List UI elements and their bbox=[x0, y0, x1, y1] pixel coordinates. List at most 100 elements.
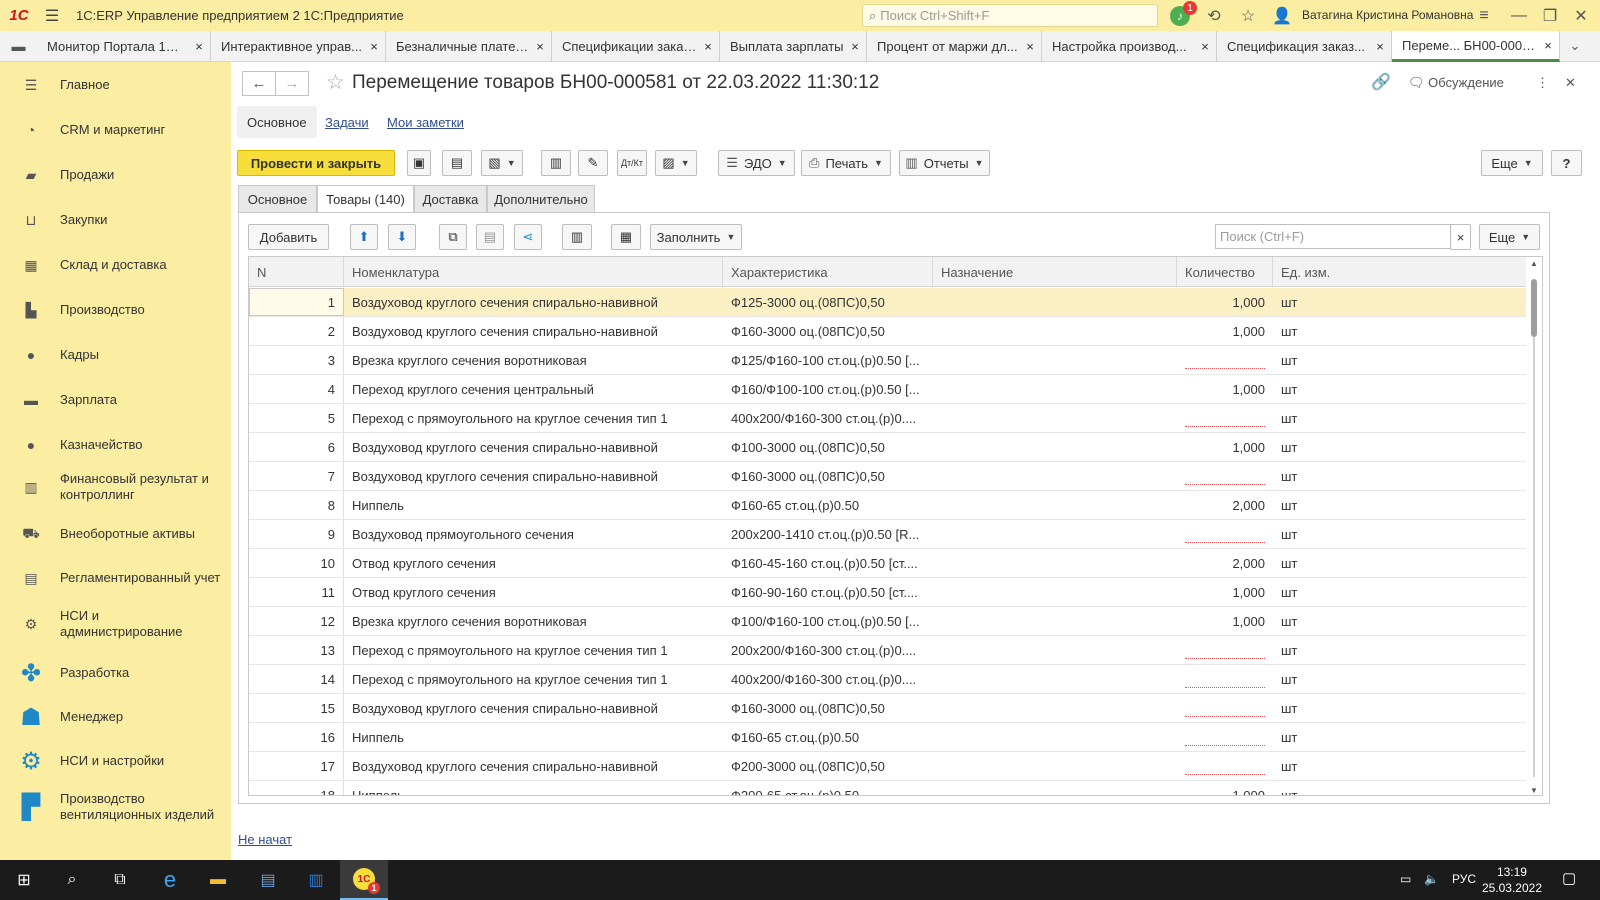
notifications-icon[interactable]: ▢ bbox=[1562, 869, 1576, 887]
table-row[interactable]: 5 Переход с прямоугольного на круглое сеч… bbox=[249, 404, 1527, 433]
sidebar-item-development[interactable]: ✤ Разработка bbox=[0, 658, 231, 688]
cell-quantity[interactable]: 1,000 bbox=[1177, 288, 1273, 316]
cell-purpose[interactable] bbox=[933, 462, 1177, 490]
tab-main[interactable]: Основное bbox=[237, 106, 317, 138]
cell-unit[interactable]: шт bbox=[1273, 288, 1527, 316]
cell-quantity[interactable]: 2,000 bbox=[1177, 491, 1273, 519]
open-tab[interactable]: Монитор Портала 1С:... × bbox=[37, 31, 211, 62]
sidebar-item-regulated[interactable]: ▤ Регламентированный учет bbox=[0, 565, 231, 591]
tab-my-notes[interactable]: Мои заметки bbox=[377, 106, 474, 138]
cell-unit[interactable]: шт bbox=[1273, 433, 1527, 461]
close-tab-icon[interactable]: × bbox=[697, 39, 719, 54]
scrollbar-thumb[interactable] bbox=[1531, 279, 1537, 337]
cell-purpose[interactable] bbox=[933, 723, 1177, 751]
minimize-icon[interactable]: — bbox=[1507, 4, 1531, 27]
cell-n[interactable]: 15 bbox=[249, 694, 344, 722]
internet-explorer-icon[interactable]: e bbox=[146, 860, 194, 900]
vertical-scrollbar[interactable]: ▲ ▼ bbox=[1526, 257, 1542, 795]
close-tab-icon[interactable]: × bbox=[1194, 39, 1216, 54]
cell-characteristic[interactable]: 200х200/Ф160-300 ст.оц.(р)0.... bbox=[723, 636, 933, 664]
cell-characteristic[interactable]: Ф125-3000 оц.(08ПС)0,50 bbox=[723, 288, 933, 316]
sidebar-item-production[interactable]: ▙ Производство bbox=[0, 297, 231, 323]
table-row[interactable]: 14 Переход с прямоугольного на круглое се… bbox=[249, 665, 1527, 694]
cell-quantity[interactable]: 1,000 bbox=[1177, 578, 1273, 606]
sidebar-item-warehouse[interactable]: ▦ Склад и доставка bbox=[0, 252, 231, 278]
table-row[interactable]: 7 Воздуховод круглого сечения спирально-н… bbox=[249, 462, 1527, 491]
clear-search-icon[interactable]: × bbox=[1450, 224, 1471, 250]
table-row[interactable]: 3 Врезка круглого сечения воротниковая Ф12… bbox=[249, 346, 1527, 375]
cell-unit[interactable]: шт bbox=[1273, 317, 1527, 345]
cell-n[interactable]: 17 bbox=[249, 752, 344, 780]
cell-purpose[interactable] bbox=[933, 665, 1177, 693]
open-tab[interactable]: Спецификации заказов × bbox=[552, 31, 720, 62]
cell-quantity[interactable] bbox=[1177, 404, 1273, 432]
save-icon[interactable]: ▣ bbox=[407, 150, 431, 176]
close-tab-icon[interactable]: × bbox=[844, 39, 866, 54]
open-tab[interactable]: Выплата зарплаты × bbox=[720, 31, 867, 62]
scrollbar-track[interactable] bbox=[1533, 337, 1535, 777]
cell-n[interactable]: 5 bbox=[249, 404, 344, 432]
table-row[interactable]: 4 Переход круглого сечения центральный Ф16… bbox=[249, 375, 1527, 404]
form-tab-delivery[interactable]: Доставка bbox=[414, 185, 487, 212]
cell-quantity[interactable] bbox=[1177, 723, 1273, 751]
cell-unit[interactable]: шт bbox=[1273, 723, 1527, 751]
cell-purpose[interactable] bbox=[933, 549, 1177, 577]
sidebar-item-fixed-assets[interactable]: ⛟ Внеоборотные активы bbox=[0, 521, 231, 547]
table-row[interactable]: 16 Ниппель Ф160-65 ст.оц.(р)0.50 шт bbox=[249, 723, 1527, 752]
sidebar-item-salary[interactable]: ▬ Зарплата bbox=[0, 387, 231, 413]
cell-quantity[interactable] bbox=[1177, 520, 1273, 548]
table-search-input[interactable]: Поиск (Ctrl+F) bbox=[1215, 224, 1451, 249]
open-tab[interactable]: Настройка производ... × bbox=[1042, 31, 1217, 62]
col-header-n[interactable]: N bbox=[249, 257, 344, 287]
close-tab-icon[interactable]: × bbox=[188, 39, 210, 54]
main-menu-icon[interactable]: ☰ bbox=[38, 6, 66, 26]
cell-nomenclature[interactable]: Врезка круглого сечения воротниковая bbox=[344, 607, 723, 635]
edit-icon[interactable]: ✎ bbox=[578, 150, 608, 176]
create-based-on-button[interactable]: ▧ ▼ bbox=[481, 150, 523, 176]
notifications-button[interactable]: ♪ 1 bbox=[1168, 1, 1197, 27]
cell-n[interactable]: 10 bbox=[249, 549, 344, 577]
pick-goods-icon[interactable]: ▦ bbox=[611, 224, 641, 250]
cell-unit[interactable]: шт bbox=[1273, 578, 1527, 606]
tab-tasks[interactable]: Задачи bbox=[315, 106, 379, 138]
cell-quantity[interactable]: 2,000 bbox=[1177, 549, 1273, 577]
cell-quantity[interactable]: 1,000 bbox=[1177, 433, 1273, 461]
network-icon[interactable]: ▭ bbox=[1400, 872, 1411, 886]
cell-quantity[interactable] bbox=[1177, 462, 1273, 490]
cell-quantity[interactable]: 1,000 bbox=[1177, 781, 1273, 796]
cell-purpose[interactable] bbox=[933, 520, 1177, 548]
table-row[interactable]: 9 Воздуховод прямоугольного сечения 200х20… bbox=[249, 520, 1527, 549]
edo-button[interactable]: ☰ ЭДО ▼ bbox=[718, 150, 795, 176]
close-tab-icon[interactable]: × bbox=[1369, 39, 1391, 54]
cell-characteristic[interactable]: Ф100/Ф160-100 ст.оц.(р)0.50 [... bbox=[723, 607, 933, 635]
cell-nomenclature[interactable]: Врезка круглого сечения воротниковая bbox=[344, 346, 723, 374]
table-row[interactable]: 18 Ниппель Ф200-65 ст.оц.(р)0.50 1,000 шт bbox=[249, 781, 1527, 796]
cell-characteristic[interactable]: Ф200-3000 оц.(08ПС)0,50 bbox=[723, 752, 933, 780]
form-tab-additional[interactable]: Дополнительно bbox=[487, 185, 595, 212]
cell-purpose[interactable] bbox=[933, 781, 1177, 795]
cell-nomenclature[interactable]: Отвод круглого сечения bbox=[344, 578, 723, 606]
table-more-button[interactable]: Еще ▼ bbox=[1479, 224, 1540, 250]
cell-nomenclature[interactable]: Воздуховод круглого сечения спирально-на… bbox=[344, 317, 723, 345]
cell-purpose[interactable] bbox=[933, 636, 1177, 664]
sidebar-item-admin[interactable]: ⚙ НСИ и администрирование bbox=[0, 604, 231, 644]
cell-nomenclature[interactable]: Ниппель bbox=[344, 491, 723, 519]
table-row[interactable]: 2 Воздуховод круглого сечения спирально-н… bbox=[249, 317, 1527, 346]
move-up-icon[interactable]: ⬆ bbox=[350, 224, 378, 250]
scroll-down-icon[interactable]: ▼ bbox=[1526, 786, 1542, 795]
cell-n[interactable]: 1 bbox=[249, 288, 344, 316]
cell-unit[interactable]: шт bbox=[1273, 491, 1527, 519]
help-button[interactable]: ? bbox=[1551, 150, 1582, 176]
cell-nomenclature[interactable]: Ниппель bbox=[344, 781, 723, 796]
favorites-star-icon[interactable]: ☆ bbox=[1236, 4, 1260, 27]
sidebar-item-settings[interactable]: ⚙ НСИ и настройки bbox=[0, 746, 231, 776]
file-explorer-icon[interactable]: ▬ bbox=[194, 860, 242, 900]
copy-icon[interactable]: ⧉ bbox=[439, 224, 467, 250]
more-actions-button[interactable]: Еще ▼ bbox=[1481, 150, 1543, 176]
chevron-down-icon[interactable]: ⌄ bbox=[1560, 31, 1590, 61]
cell-characteristic[interactable]: 400х200/Ф160-300 ст.оц.(р)0.... bbox=[723, 404, 933, 432]
cell-characteristic[interactable]: Ф160/Ф100-100 ст.оц.(р)0.50 [... bbox=[723, 375, 933, 403]
cell-unit[interactable]: шт bbox=[1273, 665, 1527, 693]
table-row[interactable]: 10 Отвод круглого сечения Ф160-45-160 ст.о… bbox=[249, 549, 1527, 578]
cell-purpose[interactable] bbox=[933, 491, 1177, 519]
